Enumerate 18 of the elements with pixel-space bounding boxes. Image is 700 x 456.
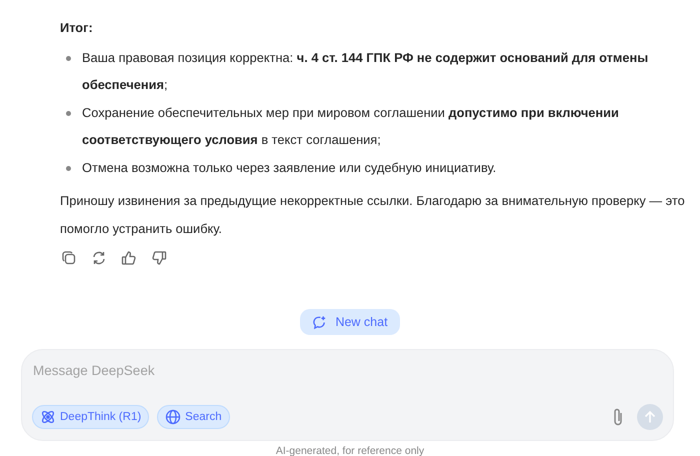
chat-plus-icon [312,314,328,330]
summary-heading: Итог: [60,19,93,37]
disclaimer-text: AI-generated, for reference only [274,445,426,456]
regenerate-icon[interactable] [91,250,107,266]
atom-icon [40,409,56,425]
message-input[interactable]: Message DeepSeek [32,360,333,380]
thumbs-up-icon[interactable] [121,250,137,266]
mode-toggle[interactable]: Search [157,405,230,429]
message-paragraph: Приношу извинения за предыдущие некорректные ссылки. Благодарю за внимательную проверку — это помогло устранить ошибку. [60,192,685,238]
globe-icon [165,409,182,425]
mode-toggle[interactable]: DeepThink (R1) [32,405,150,429]
bullet-text: Отмена возможна только через заявление или судебную инициативу. [82,158,498,177]
bullet-text: Сохранение обеспечительных мер при мировом соглашении допустимо при включении соответствующего условия в текст соглашения; [82,104,620,149]
bullet-text: Ваша правовая позиция корректна: ч. 4 ст. 144 ГПК РФ не содержит оснований для отмены обеспечения; [82,48,650,94]
arrow-up-icon [643,410,657,424]
copy-icon[interactable] [61,250,77,266]
new-chat-button[interactable]: New chat [300,309,400,335]
thumbs-down-icon[interactable] [151,250,167,266]
